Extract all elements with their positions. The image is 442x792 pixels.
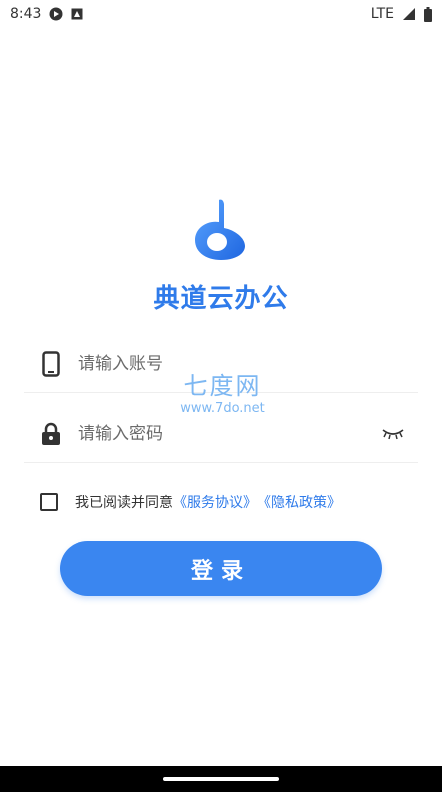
account-input[interactable]: [76, 353, 418, 375]
lock-icon: [38, 421, 64, 447]
service-agreement-link[interactable]: 《服务协议》: [173, 492, 257, 512]
password-field[interactable]: [24, 406, 418, 463]
agreement-text: 我已阅读并同意: [75, 495, 173, 511]
home-handle[interactable]: [163, 777, 279, 781]
agreement-checkbox[interactable]: [40, 493, 58, 511]
app-logo: [193, 198, 249, 260]
autofill-icon: [71, 8, 83, 20]
signal-icon: [402, 7, 416, 21]
account-field[interactable]: [24, 336, 418, 393]
network-type: LTE: [370, 6, 394, 22]
password-input[interactable]: [76, 423, 382, 445]
agreement-row: 我已阅读并同意 《服务协议》 《隐私政策》: [40, 492, 341, 512]
app-title: 典道云办公: [153, 284, 289, 314]
login-button[interactable]: 登录: [60, 541, 382, 596]
status-bar: 8:43 LTE: [0, 0, 442, 28]
navigation-bar: [0, 766, 442, 792]
status-time: 8:43: [10, 6, 42, 22]
privacy-policy-link[interactable]: 《隐私政策》: [257, 492, 341, 512]
login-button-label: 登录: [190, 558, 251, 584]
phone-icon: [38, 351, 64, 377]
eye-closed-icon[interactable]: [382, 426, 406, 442]
status-bar-right: LTE: [371, 6, 432, 22]
play-protect-icon: [49, 7, 63, 21]
status-bar-left: 8:43: [10, 6, 83, 22]
battery-icon: [424, 6, 432, 22]
